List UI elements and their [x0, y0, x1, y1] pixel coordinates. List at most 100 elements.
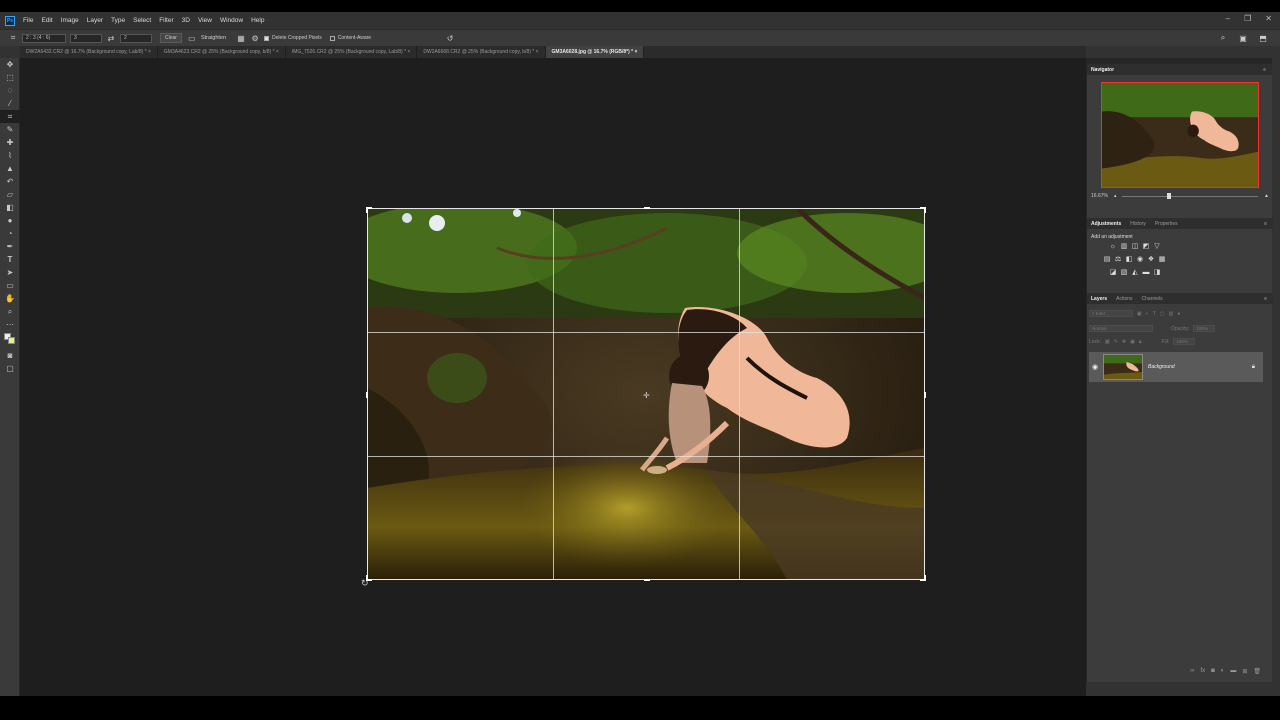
clear-button[interactable]: Clear — [160, 33, 182, 43]
zoom-out-icon[interactable]: ▴ — [1114, 193, 1117, 199]
posterize-icon[interactable]: ▧ — [1120, 268, 1128, 276]
dodge-icon[interactable]: ◔ — [0, 227, 20, 240]
document-tab[interactable]: IMG_7526.CR2 @ 25% (Background copy, Lab… — [286, 46, 418, 58]
color-lookup-icon[interactable]: ▦ — [1158, 255, 1166, 263]
ratio-preset-select[interactable]: 2 : 3 (4 : 6) — [22, 33, 66, 43]
layer-row-background[interactable]: ◉ Background 🔒︎ — [1089, 352, 1263, 382]
gradient-map-icon[interactable]: ▬ — [1142, 268, 1150, 276]
adjustment-icon[interactable]: ◐ — [1221, 668, 1225, 678]
tab-close-icon[interactable]: × — [407, 49, 410, 55]
tab-history[interactable]: History — [1130, 221, 1146, 227]
zoom-in-icon[interactable]: ▲ — [1264, 193, 1269, 199]
reset-icon[interactable]: ↺ — [445, 33, 455, 43]
tab-navigator[interactable]: Navigator — [1091, 67, 1114, 73]
menu-select[interactable]: Select — [133, 17, 151, 24]
straighten-label[interactable]: Straighten — [201, 35, 226, 41]
lasso-icon[interactable]: ◌ — [0, 84, 20, 97]
visibility-eye-icon[interactable]: ◉ — [1092, 363, 1098, 371]
share-icon[interactable]: ⬒ — [1258, 33, 1268, 43]
zoom-slider-knob[interactable] — [1167, 192, 1172, 199]
menu-image[interactable]: Image — [61, 17, 79, 24]
panel-menu-icon[interactable]: ≡ — [1263, 67, 1266, 73]
eyedropper-icon[interactable]: ✎ — [0, 123, 20, 136]
channel-mixer-icon[interactable]: ❖ — [1147, 255, 1155, 263]
search-icon[interactable]: ⌕ — [1218, 33, 1228, 43]
filter-toggle-icon[interactable]: ● — [1177, 311, 1180, 317]
selective-color-icon[interactable]: ◨ — [1153, 268, 1161, 276]
photo-filter-icon[interactable]: ◉ — [1136, 255, 1144, 263]
menu-help[interactable]: Help — [251, 17, 264, 24]
healing-icon[interactable]: ✚ — [0, 136, 20, 149]
hand-icon[interactable]: ✋ — [0, 292, 20, 305]
filter-pixel-icon[interactable]: ▣ — [1137, 311, 1142, 317]
workspace-icon[interactable]: ▣ — [1238, 33, 1248, 43]
zoom-slider[interactable] — [1122, 192, 1259, 199]
menu-file[interactable]: File — [23, 17, 33, 24]
magic-wand-icon[interactable]: ⁄ — [0, 97, 20, 110]
blend-mode-select[interactable]: Normal — [1089, 325, 1153, 332]
crop-bounding-box[interactable]: ✛ — [366, 207, 926, 581]
navigator-thumbnail[interactable] — [1101, 82, 1259, 188]
fill-field[interactable]: 100% — [1173, 338, 1196, 345]
invert-icon[interactable]: ◪ — [1109, 268, 1117, 276]
layer-name[interactable]: Background — [1148, 364, 1252, 370]
crop-icon[interactable]: ⌗ — [0, 110, 20, 123]
delete-cropped-pixels-checkbox[interactable]: Delete Cropped Pixels — [264, 35, 322, 41]
link-icon[interactable]: ∞ — [1190, 668, 1194, 678]
black-white-icon[interactable]: ◧ — [1125, 255, 1133, 263]
panel-menu-icon[interactable]: ≡ — [1264, 296, 1267, 302]
crop-width-field[interactable]: 3 — [70, 33, 102, 43]
close-button[interactable]: ✕ — [1265, 14, 1272, 23]
crop-handle-bottom-right-v[interactable] — [924, 575, 926, 581]
levels-icon[interactable]: ▥ — [1120, 242, 1128, 250]
lock-move-icon[interactable]: ✥ — [1122, 339, 1126, 345]
restore-button[interactable]: ❐ — [1244, 14, 1251, 23]
menu-view[interactable]: View — [198, 17, 212, 24]
blur-icon[interactable]: ● — [0, 214, 20, 227]
content-aware-checkbox[interactable]: Content-Aware — [329, 35, 371, 41]
pen-icon[interactable]: ✒ — [0, 240, 20, 253]
group-icon[interactable]: ▬ — [1230, 668, 1236, 678]
tab-layers[interactable]: Layers — [1091, 296, 1107, 302]
more-icon[interactable]: ⋯ — [0, 318, 20, 331]
history-brush-icon[interactable]: ↶ — [0, 175, 20, 188]
document-tab-active[interactable]: GM3A6028.jpg @ 16.7% (RGB/8*) * × — [545, 46, 645, 58]
menu-filter[interactable]: Filter — [159, 17, 173, 24]
crop-height-field[interactable]: 2 — [120, 33, 152, 43]
eraser-icon[interactable]: ▱ — [0, 188, 20, 201]
layer-kind-filter[interactable]: ⌕ Kind — [1089, 310, 1133, 317]
gradient-icon[interactable]: ◧ — [0, 201, 20, 214]
crop-settings-gear-icon[interactable]: ⚙ — [250, 33, 260, 43]
tab-close-icon[interactable]: × — [276, 49, 279, 55]
screen-mode-icon[interactable]: ▢ — [0, 362, 20, 375]
crop-handle-right[interactable] — [924, 392, 926, 398]
document-tab[interactable]: DW2A6668.CR2 @ 25% (Background copy, b/8… — [417, 46, 546, 58]
document-tab[interactable]: GM3A4623.CR2 @ 25% (Background copy, b/8… — [158, 46, 286, 58]
crop-handle-top-right-v[interactable] — [924, 207, 926, 213]
tab-close-icon[interactable]: × — [536, 49, 539, 55]
straighten-icon[interactable]: ▭ — [187, 33, 197, 43]
vibrance-icon[interactable]: ▽ — [1153, 242, 1161, 250]
filter-adjustment-icon[interactable]: ◐ — [1146, 311, 1149, 317]
lock-all-icon[interactable]: 🔒︎ — [1139, 339, 1142, 345]
tab-properties[interactable]: Properties — [1155, 221, 1178, 227]
background-color-swatch[interactable] — [8, 337, 15, 344]
opacity-field[interactable]: 100% — [1193, 325, 1216, 332]
filter-smart-icon[interactable]: ▥ — [1169, 311, 1174, 317]
overlay-grid-icon[interactable]: ▦ — [236, 33, 246, 43]
menu-window[interactable]: Window — [220, 17, 243, 24]
crop-handle-top[interactable] — [644, 207, 650, 209]
crop-handle-left[interactable] — [366, 392, 368, 398]
filter-shape-icon[interactable]: ▢ — [1160, 311, 1165, 317]
brush-icon[interactable]: ⌇ — [0, 149, 20, 162]
type-icon[interactable]: T — [0, 253, 20, 266]
fx-icon[interactable]: fx — [1200, 668, 1205, 678]
menu-layer[interactable]: Layer — [87, 17, 103, 24]
tab-close-icon[interactable]: × — [635, 49, 638, 55]
menu-edit[interactable]: Edit — [41, 17, 52, 24]
menu-3d[interactable]: 3D — [182, 17, 190, 24]
panel-menu-icon[interactable]: ≡ — [1264, 221, 1267, 227]
curves-icon[interactable]: ◫ — [1131, 242, 1139, 250]
menu-type[interactable]: Type — [111, 17, 125, 24]
color-swatches[interactable] — [0, 331, 20, 349]
